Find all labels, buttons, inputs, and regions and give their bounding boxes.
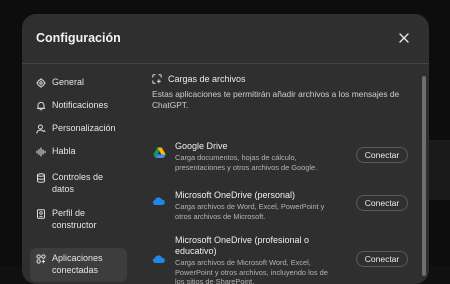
settings-sidebar: General Notificaciones Personalización H… (30, 70, 130, 284)
sidebar-item-label: Perfil de constructor (52, 208, 97, 230)
integration-name: Microsoft OneDrive (personal) (175, 190, 296, 200)
integration-onedrive-personal: Microsoft OneDrive (personal) Carga arch… (152, 190, 414, 230)
onedrive-icon (152, 253, 166, 265)
content-scrollbar[interactable] (422, 76, 426, 276)
sidebar-item-general[interactable]: General (30, 74, 127, 91)
connected-apps-panel: Cargas de archivos Estas aplicaciones te… (150, 70, 420, 284)
sidebar-item-label: Controles de datos (52, 172, 104, 194)
google-drive-icon (152, 147, 166, 159)
dialog-header: Configuración (22, 14, 429, 64)
section-title: Cargas de archivos (168, 74, 246, 84)
id-card-icon (36, 209, 46, 219)
sidebar-item-notifications[interactable]: Notificaciones (30, 97, 127, 114)
onedrive-icon (152, 195, 166, 207)
integration-name: Microsoft OneDrive (profesional o educat… (175, 235, 310, 256)
sidebar-item-label: Habla (52, 146, 76, 156)
connect-onedrive-personal-button[interactable]: Conectar (356, 195, 408, 211)
waveform-icon (36, 147, 46, 157)
section-header: Cargas de archivos (152, 74, 246, 84)
dialog-title: Configuración (36, 31, 121, 45)
integration-description: Carga documentos, hojas de cálculo, pres… (175, 153, 318, 172)
sidebar-item-speech[interactable]: Habla (30, 143, 127, 160)
connect-google-drive-button[interactable]: Conectar (356, 147, 408, 163)
section-description: Estas aplicaciones te permitirán añadir … (152, 89, 400, 110)
integration-google-drive: Google Drive Carga documentos, hojas de … (152, 141, 414, 181)
sidebar-item-connected-apps[interactable]: Aplicaciones conectadas (30, 248, 127, 282)
sidebar-item-label: General (52, 77, 85, 87)
sidebar-item-personalization[interactable]: Personalización (30, 120, 127, 137)
integration-name: Google Drive (175, 141, 228, 151)
sidebar-item-label: Notificaciones (52, 100, 109, 110)
close-icon (399, 33, 409, 43)
person-icon (36, 124, 46, 134)
sidebar-item-label: Aplicaciones conectadas (52, 253, 103, 275)
integration-description: Carga archivos de Word, Excel, PowerPoin… (175, 202, 325, 221)
integration-onedrive-business: Microsoft OneDrive (profesional o educat… (152, 235, 414, 284)
bell-icon (36, 101, 46, 111)
database-icon (36, 173, 46, 183)
connect-onedrive-business-button[interactable]: Conectar (356, 251, 408, 267)
sidebar-item-label: Personalización (52, 123, 116, 133)
sidebar-item-builder-profile[interactable]: Perfil de constructor (30, 206, 127, 232)
integration-description: Carga archivos de Microsoft Word, Excel,… (175, 258, 328, 284)
close-button[interactable] (395, 29, 413, 47)
settings-dialog: Configuración General Notificaciones Per… (22, 14, 429, 284)
apps-icon (36, 254, 46, 264)
gear-icon (36, 78, 46, 88)
file-upload-icon (152, 74, 162, 84)
sidebar-item-data-controls[interactable]: Controles de datos (30, 170, 127, 196)
